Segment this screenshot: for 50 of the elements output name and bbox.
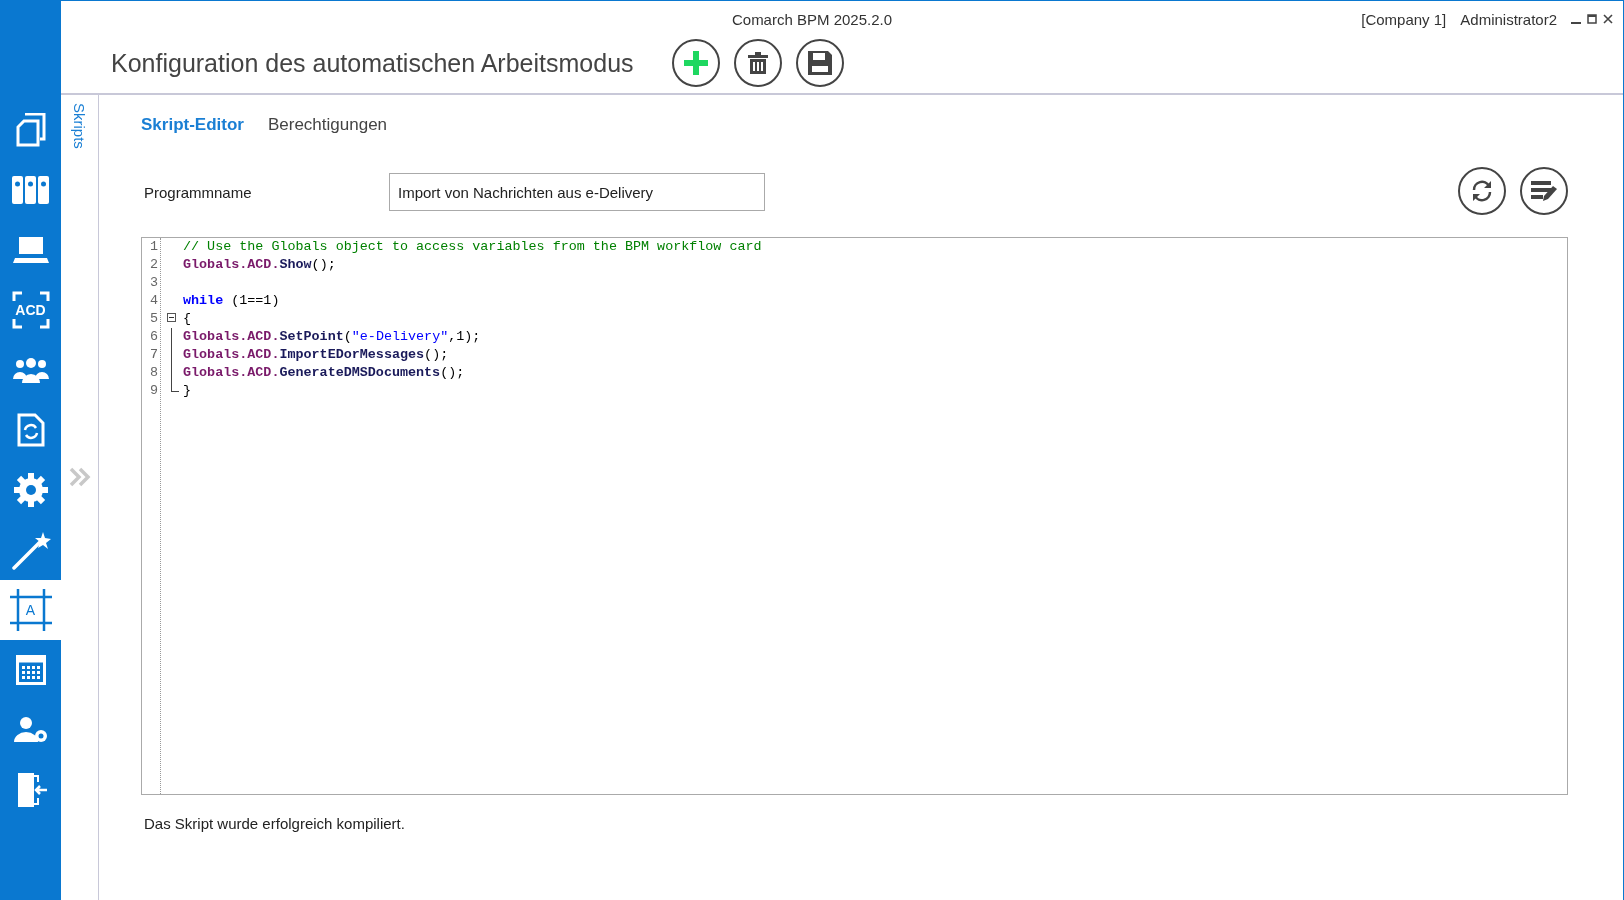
field-label: Programmname <box>144 183 253 201</box>
close-icon[interactable] <box>1603 14 1613 24</box>
people-icon <box>12 357 49 383</box>
code-line: Globals.ACD.GenerateDMSDocuments(); <box>183 364 465 382</box>
format-button[interactable] <box>1520 167 1568 215</box>
maximize-icon[interactable] <box>1587 14 1597 24</box>
tab[interactable]: Skript-Editor <box>141 115 244 135</box>
documents-icon <box>15 113 46 147</box>
text-edit-icon <box>1531 181 1557 201</box>
page-title: Konfiguration des automatischen Arbeitsmodus <box>111 48 634 78</box>
line-number: 5 <box>148 310 159 328</box>
code-line: Globals.ACD.ImportEDorMessages(); <box>183 346 449 364</box>
line-number: 2 <box>148 256 159 274</box>
magic-wand-icon <box>10 530 51 570</box>
code-line: Globals.ACD.SetPoint("e-Delivery",1); <box>183 328 481 346</box>
document-sync-icon <box>16 413 45 447</box>
code-line: while (1==1) <box>183 292 280 310</box>
delete-button[interactable] <box>733 39 782 87</box>
window-title: Comarch BPM 2025.2.0 <box>731 10 893 28</box>
binders-icon <box>11 176 50 204</box>
user-settings-icon <box>13 716 48 744</box>
line-number: 9 <box>148 382 159 400</box>
status-message: Das Skript wurde erfolgreich kompiliert. <box>143 815 406 832</box>
company-name: [Company 1] <box>1361 10 1447 28</box>
sidebar-item[interactable]: A <box>0 580 61 640</box>
code-line: Globals.ACD.Show(); <box>183 256 336 274</box>
line-number: 3 <box>148 274 159 292</box>
refresh-icon <box>1470 180 1494 202</box>
laptop-icon <box>12 236 49 264</box>
line-number: 8 <box>148 364 159 382</box>
tab[interactable]: Berechtigungen <box>267 115 388 135</box>
sidebar-item[interactable]: ACD <box>0 280 61 340</box>
line-number: 4 <box>148 292 159 310</box>
add-button[interactable] <box>671 39 720 87</box>
side-panel-tab[interactable]: Skripts <box>71 103 88 149</box>
code-line: } <box>183 382 192 400</box>
trash-icon <box>747 52 768 74</box>
program-name-field[interactable]: Import von Nachrichten aus e-Delivery <box>389 173 765 211</box>
user-name: Administrator2 <box>1460 10 1557 28</box>
save-button[interactable] <box>795 39 844 87</box>
line-number: 6 <box>148 328 159 346</box>
calendar-icon <box>15 655 46 685</box>
line-number: 7 <box>148 346 159 364</box>
plus-icon <box>682 50 709 76</box>
code-line: // Use the Globals object to access variables from the BPM workflow card <box>183 238 762 256</box>
settings-icon <box>12 472 49 508</box>
collapse-icon[interactable] <box>167 313 176 322</box>
refresh-button[interactable] <box>1458 167 1506 215</box>
line-number: 1 <box>148 238 159 256</box>
code-line: { <box>183 310 192 328</box>
